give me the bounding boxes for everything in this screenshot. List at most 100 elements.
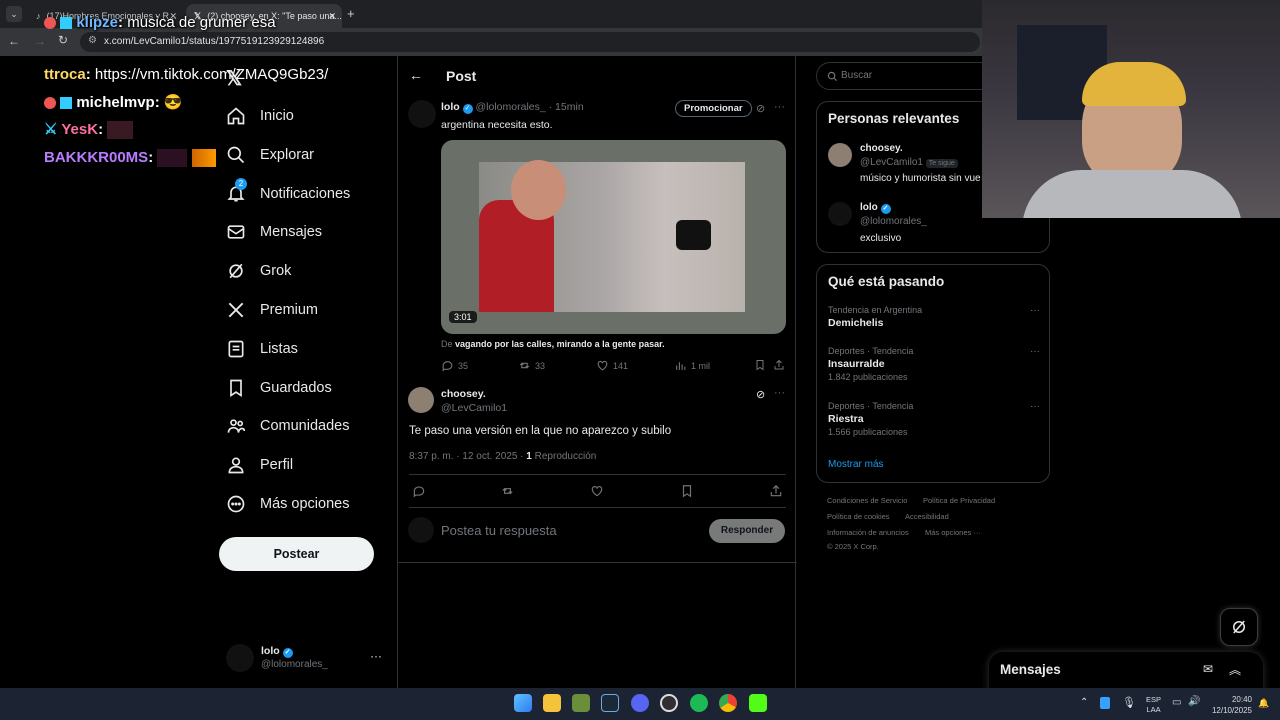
avatar[interactable] — [828, 143, 852, 167]
nav-item-grok[interactable]: Grok — [226, 253, 291, 289]
start-icon[interactable] — [514, 694, 532, 712]
notification-center-icon[interactable]: 🔔 — [1258, 698, 1269, 709]
discord-icon[interactable] — [631, 694, 649, 712]
person-name[interactable]: choosey. — [860, 143, 903, 154]
reply-submit-button[interactable]: Responder — [709, 519, 785, 543]
post-button[interactable]: Postear — [219, 537, 374, 571]
chevron-up-icon[interactable]: ︽ — [1229, 661, 1241, 678]
post-time[interactable]: · 15min — [549, 101, 584, 113]
trend-item[interactable]: Tendencia en Argentina Demichelis ··· — [828, 305, 1040, 329]
person-name[interactable]: lolo — [860, 202, 878, 213]
share-icon[interactable] — [773, 358, 785, 376]
sword-badge-icon: ⚔ — [44, 121, 58, 138]
footer-link-privacy[interactable]: Política de Privacidad — [923, 496, 995, 505]
person-handle[interactable]: @lolomorales_ — [860, 216, 927, 227]
footer-link-more[interactable]: Más opciones ··· — [925, 528, 981, 537]
author-handle[interactable]: @LevCamilo1 — [441, 402, 507, 414]
minecraft-icon[interactable] — [572, 694, 590, 712]
bookmark-icon[interactable] — [754, 358, 766, 376]
more-icon[interactable]: ··· — [774, 101, 785, 113]
views-button[interactable]: 1 mil — [674, 359, 710, 372]
display-icon[interactable]: ▭ — [1172, 697, 1181, 708]
defender-icon[interactable] — [1100, 697, 1110, 709]
author-name[interactable]: choosey. — [441, 388, 486, 400]
nav-item-guardados[interactable]: Guardados — [226, 370, 332, 406]
repost-icon[interactable] — [500, 484, 515, 503]
more-icon[interactable]: ··· — [370, 649, 382, 663]
people-icon — [227, 419, 246, 433]
site-info-icon[interactable]: ⚙ — [88, 35, 97, 46]
post-timestamp[interactable]: 8:37 p. m. · 12 oct. 2025 · — [409, 451, 526, 462]
avatar[interactable] — [828, 202, 852, 226]
show-more-link[interactable]: Mostrar más — [828, 459, 884, 470]
heart-icon[interactable] — [590, 484, 604, 503]
reply-icon[interactable] — [412, 484, 426, 503]
nav-item-premium[interactable]: Premium — [226, 292, 318, 328]
nav-item-notificaciones[interactable]: 2 Notificaciones — [226, 176, 350, 212]
tab-search-button[interactable]: ⌄ — [6, 6, 22, 22]
kick-icon[interactable] — [749, 694, 767, 712]
nav-item-listas[interactable]: Listas — [226, 331, 298, 367]
volume-icon[interactable]: 🔊 — [1188, 696, 1200, 707]
nav-item-mas-opciones[interactable]: Más opciones — [226, 486, 349, 522]
language-indicator[interactable]: ESP LAA — [1146, 695, 1161, 715]
source-link[interactable]: vagando por las calles, mirando a la gen… — [455, 339, 665, 349]
chat-line: BAKKKR00MS: — [44, 149, 216, 168]
region-code: LAA — [1146, 705, 1161, 714]
close-icon[interactable]: ✕ — [328, 11, 336, 22]
url-field[interactable]: ⚙ x.com/LevCamilo1/status/19775191239291… — [80, 32, 980, 52]
chat-username: YesK — [61, 121, 99, 138]
promote-button[interactable]: Promocionar — [675, 100, 752, 117]
grok-icon[interactable]: ⊘ — [756, 388, 765, 401]
tray-chevron-icon[interactable]: ⌃ — [1080, 697, 1088, 708]
steam-icon[interactable] — [601, 694, 619, 712]
more-icon[interactable]: ··· — [1030, 401, 1040, 412]
back-arrow-icon[interactable]: ← — [8, 34, 20, 48]
account-switcher[interactable]: lolo ✓ @lolomorales_ ··· — [226, 640, 386, 676]
back-arrow-icon[interactable]: ← — [409, 67, 423, 83]
x-logo-icon[interactable]: 𝕏 — [226, 66, 242, 91]
bookmark-icon[interactable] — [680, 484, 694, 503]
grok-icon[interactable]: ⊘ — [756, 102, 765, 115]
nav-item-perfil[interactable]: Perfil — [226, 447, 293, 483]
avatar[interactable] — [408, 387, 434, 413]
more-icon[interactable]: ··· — [1030, 305, 1040, 316]
file-explorer-icon[interactable] — [543, 694, 561, 712]
new-message-icon[interactable]: ✉ — [1203, 662, 1213, 676]
forward-arrow-icon[interactable]: → — [34, 34, 46, 48]
like-button[interactable]: 141 — [596, 359, 628, 372]
messages-drawer[interactable]: Mensajes ✉ ︽ — [989, 652, 1263, 692]
nav-item-mensajes[interactable]: Mensajes — [226, 214, 322, 250]
reload-icon[interactable]: ↻ — [58, 33, 68, 47]
account-name: lolo — [261, 645, 280, 657]
new-tab-button[interactable]: + — [347, 6, 355, 21]
share-icon[interactable] — [769, 484, 783, 503]
footer-link-accessibility[interactable]: Accesibilidad — [905, 512, 949, 521]
trend-item[interactable]: Deportes · Tendencia Riestra 1.566 publi… — [828, 401, 1040, 437]
spotify-icon[interactable] — [690, 694, 708, 712]
person-handle[interactable]: @LevCamilo1 — [860, 157, 923, 168]
nav-item-comunidades[interactable]: Comunidades — [226, 408, 349, 444]
more-icon[interactable]: ··· — [1030, 346, 1040, 357]
chat-username: ttroca — [44, 66, 86, 83]
chrome-icon[interactable] — [719, 694, 737, 712]
notification-badge: 2 — [235, 178, 247, 190]
author-name[interactable]: lolo — [441, 101, 460, 113]
footer-link-ads-info[interactable]: Información de anuncios — [827, 528, 909, 537]
trend-item[interactable]: Deportes · Tendencia Insaurralde 1.842 p… — [828, 346, 1040, 382]
clock[interactable]: 20:40 12/10/2025 — [1208, 694, 1252, 716]
author-handle[interactable]: @lolomorales_ — [476, 101, 546, 113]
reply-input[interactable]: Postea tu respuesta — [441, 523, 691, 538]
footer-link-terms[interactable]: Condiciones de Servicio — [827, 496, 907, 505]
verified-icon: ✓ — [462, 104, 473, 114]
obs-icon[interactable] — [660, 694, 678, 712]
reply-button[interactable]: 35 — [441, 359, 468, 372]
nav-item-inicio[interactable]: Inicio — [226, 98, 294, 134]
video-player[interactable]: 3:01 — [441, 140, 786, 334]
more-icon[interactable]: ··· — [774, 387, 785, 399]
repost-button[interactable]: 33 — [518, 359, 545, 372]
grok-floating-button[interactable] — [1220, 608, 1258, 646]
microphone-icon[interactable]: 🎙 — [1122, 696, 1136, 709]
nav-item-explorar[interactable]: Explorar — [226, 137, 314, 173]
footer-link-cookies[interactable]: Política de cookies — [827, 512, 890, 521]
